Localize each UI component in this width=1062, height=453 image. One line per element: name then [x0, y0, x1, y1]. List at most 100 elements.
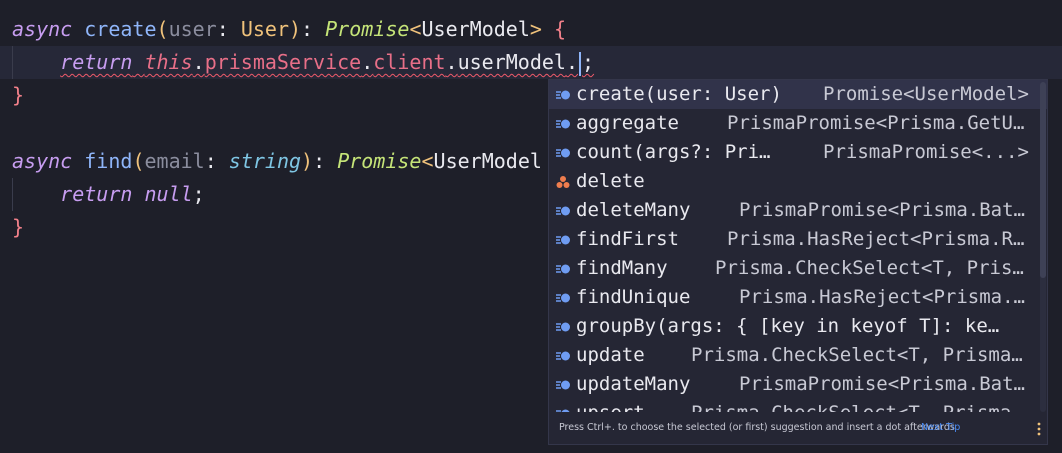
suggestion-name: deleteMany: [576, 199, 691, 221]
suggestion-name: delete: [576, 170, 645, 192]
suggestion-item[interactable]: count(args?: Pri… PrismaPromise<...>: [549, 138, 1047, 167]
suggestion-name: update: [576, 344, 645, 366]
paren: ): [289, 17, 302, 41]
dot: .: [565, 50, 578, 74]
paren: ): [301, 149, 314, 173]
brace: {: [541, 17, 566, 41]
function-name: create: [84, 17, 157, 41]
scrollbar-thumb[interactable]: [1040, 82, 1046, 278]
suggestion-type: Prisma.CheckSelect<T, Prisma…: [691, 344, 1023, 366]
keyword-this: this: [144, 50, 193, 74]
parameter-type: string: [228, 149, 302, 173]
suggestion-item[interactable]: findFirst Prisma.HasReject<Prisma.R…: [549, 225, 1047, 254]
brace: }: [12, 83, 25, 107]
code-line-6[interactable]: return null;: [12, 178, 205, 211]
code-editor[interactable]: async create(user: User): Promise<UserMo…: [0, 0, 1062, 453]
colon: :: [301, 17, 326, 41]
suggestion-type: PrismaPromise<Prisma.Bat…: [739, 373, 1025, 395]
completion-popup[interactable]: create(user: User) Promise<UserModel> aggr…: [548, 79, 1048, 445]
semicolon: ;: [582, 50, 595, 74]
next-tip-link[interactable]: Next Tip: [921, 412, 960, 444]
keyword-async: async: [12, 149, 73, 173]
suggestion-type: Prisma.CheckSelect<T, Pris…: [715, 257, 1024, 279]
generic-type-arg: UserModel: [421, 17, 530, 41]
completion-hint: Press Ctrl+. to choose the selected (or …: [559, 422, 955, 433]
method-icon: [556, 235, 570, 245]
return-type: Promise: [325, 17, 410, 41]
suggestion-type: PrismaPromise<...>: [823, 141, 1029, 163]
suggestion-name: groupBy(args: { [key in keyof T]: ke…: [576, 315, 1000, 337]
suggestion-item[interactable]: delete: [549, 167, 1047, 196]
keyword-null: null: [144, 182, 193, 206]
angle-bracket: >: [529, 17, 542, 41]
suggestion-type: PrismaPromise<Prisma.GetU…: [727, 112, 1025, 134]
field-icon: [556, 176, 570, 188]
brace: }: [12, 215, 25, 239]
method-icon: [556, 293, 570, 303]
code-line-2[interactable]: return this.prismaService.client.userMod…: [12, 46, 594, 79]
suggestion-item[interactable]: deleteMany PrismaPromise<Prisma.Bat…: [549, 196, 1047, 225]
colon: :: [313, 149, 338, 173]
function-name: find: [84, 149, 133, 173]
property-prisma-service: prismaService: [204, 50, 362, 74]
keyword-async: async: [12, 17, 73, 41]
dot: .: [192, 50, 205, 74]
semicolon: ;: [192, 182, 205, 206]
suggestion-type: Promise<UserModel>: [823, 83, 1029, 105]
suggestion-item[interactable]: findUnique Prisma.HasReject<Prisma.…: [549, 283, 1047, 312]
method-icon: [556, 206, 570, 216]
completion-footer: Press Ctrl+. to choose the selected (or …: [549, 412, 1047, 444]
suggestion-item[interactable]: findMany Prisma.CheckSelect<T, Pris…: [549, 254, 1047, 283]
suggestion-item[interactable]: update Prisma.CheckSelect<T, Prisma…: [549, 341, 1047, 370]
suggestion-item[interactable]: aggregate PrismaPromise<Prisma.GetU…: [549, 109, 1047, 138]
keyword-return: return: [60, 182, 133, 206]
colon: :: [204, 149, 229, 173]
suggestion-type: Prisma.HasReject<Prisma.…: [739, 286, 1025, 308]
suggestion-name: upsert: [576, 399, 645, 412]
parameter-type: User: [240, 17, 289, 41]
suggestion-name: updateMany: [576, 373, 691, 395]
code-line-5[interactable]: async find(email: string): Promise<UserM…: [12, 145, 542, 178]
method-icon: [556, 380, 570, 390]
method-icon: [556, 90, 570, 100]
code-line-7[interactable]: }: [12, 211, 24, 244]
suggestion-name: create(user: User): [576, 83, 782, 105]
method-icon: [556, 119, 570, 129]
parameter-name: email: [144, 149, 205, 173]
method-icon: [556, 351, 570, 361]
angle-bracket: <: [421, 149, 434, 173]
property-user-model: userModel: [457, 50, 566, 74]
angle-bracket: <: [409, 17, 422, 41]
text-caret: [579, 51, 581, 76]
suggestion-item[interactable]: upsert Prisma.CheckSelect<T, Prisma…: [549, 399, 1047, 412]
method-icon: [556, 264, 570, 274]
property-client: client: [373, 50, 446, 74]
method-icon: [556, 148, 570, 158]
code-line-3[interactable]: }: [12, 79, 24, 112]
suggestion-type: Prisma.CheckSelect<T, Prisma…: [691, 399, 1023, 412]
suggestion-type: PrismaPromise<Prisma.Bat…: [739, 199, 1025, 221]
generic-type-arg: UserModel: [433, 149, 542, 173]
suggestion-item[interactable]: groupBy(args: { [key in keyof T]: ke…: [549, 312, 1047, 341]
return-type: Promise: [337, 149, 422, 173]
method-icon: [556, 322, 570, 332]
dot: .: [445, 50, 458, 74]
kebab-menu-icon[interactable]: [1037, 422, 1041, 436]
suggestion-name: findMany: [576, 257, 668, 279]
suggestion-name: count(args?: Pri…: [576, 141, 771, 163]
suggestion-name: findFirst: [576, 228, 679, 250]
error-squiggle: return this.prismaService.client.userMod…: [60, 50, 595, 76]
suggestion-name: findUnique: [576, 286, 691, 308]
suggestion-type: Prisma.HasReject<Prisma.R…: [727, 228, 1025, 250]
dot: .: [361, 50, 374, 74]
suggestion-list[interactable]: create(user: User) Promise<UserModel> aggr…: [549, 80, 1047, 412]
code-line-1[interactable]: async create(user: User): Promise<UserMo…: [12, 13, 566, 46]
keyword-return: return: [60, 50, 133, 74]
colon: :: [216, 17, 241, 41]
suggestion-item[interactable]: create(user: User) Promise<UserModel>: [549, 80, 1047, 109]
paren: (: [156, 17, 169, 41]
parameter-name: user: [168, 17, 217, 41]
suggestion-item[interactable]: updateMany PrismaPromise<Prisma.Bat…: [549, 370, 1047, 399]
